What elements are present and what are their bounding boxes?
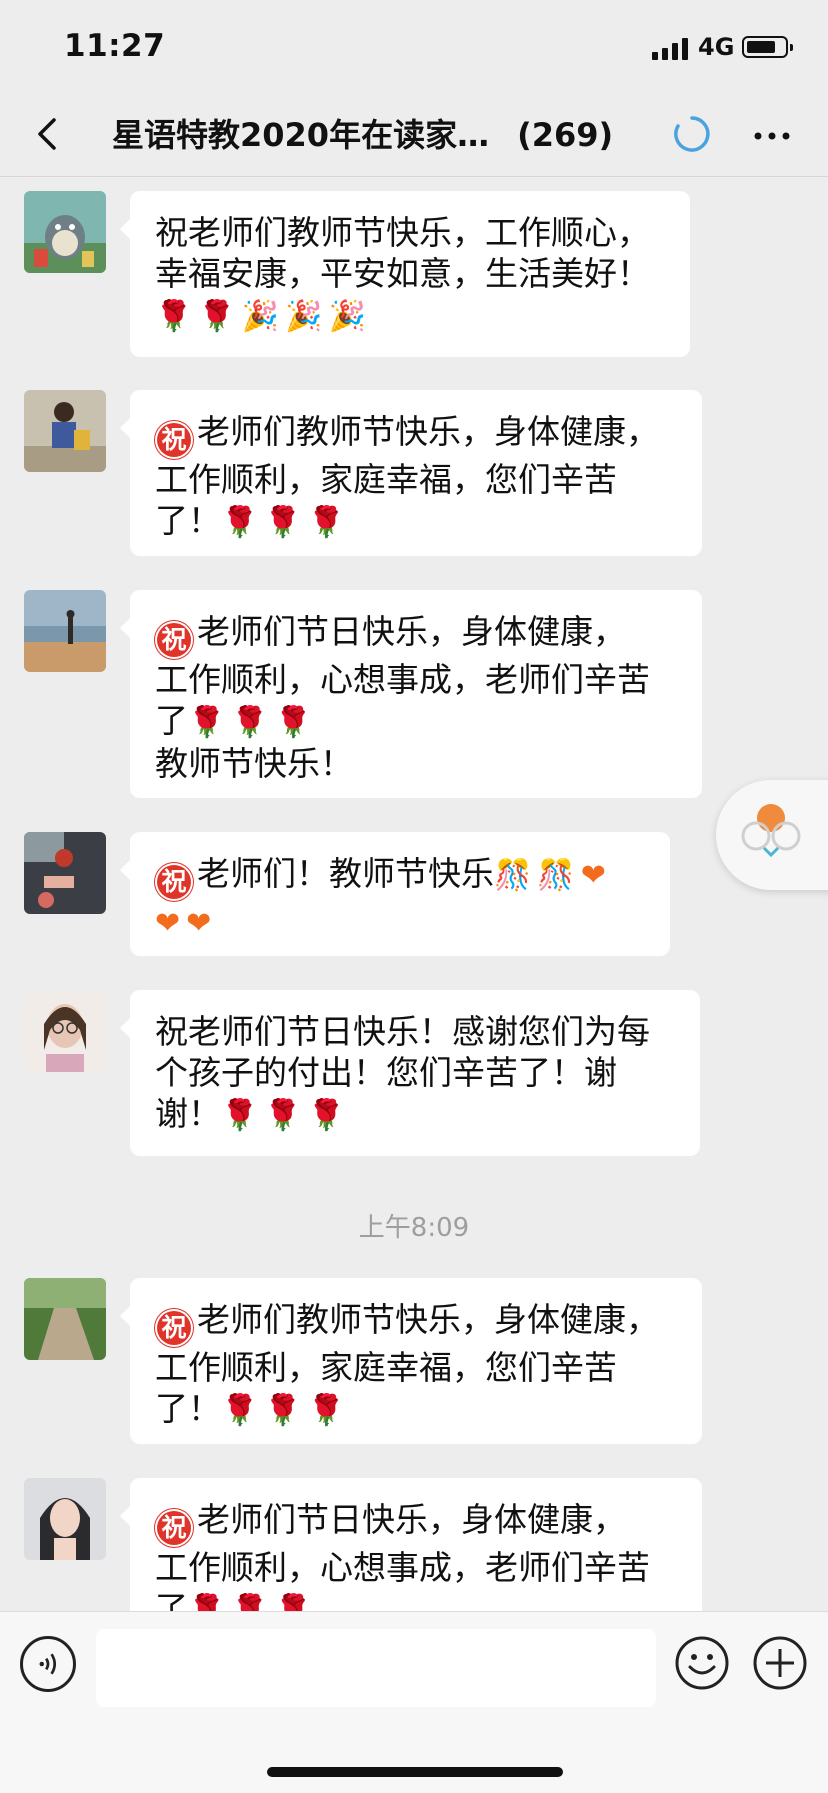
chat-title: 星语特教2020年在读家… (269) [112,110,613,156]
floating-link-icon [741,804,801,858]
path-photo-avatar[interactable] [24,1278,106,1360]
rose-emoji-icon: 🌹 [307,1098,346,1133]
rose-emoji-icon: 🌹 [264,505,302,540]
more-options-icon[interactable] [750,118,794,154]
message-text-line: 祝老师们教师节快乐，工作顺心， [155,213,650,252]
signal-icon [652,36,688,60]
add-attachment-icon[interactable] [752,1635,808,1691]
party-popper-emoji-icon: 🎉 [241,299,280,334]
confetti-ball-emoji-icon: 🎊 [494,858,532,893]
voice-input-icon[interactable] [20,1636,76,1692]
zhu-badge-icon: 祝 [155,421,193,459]
emoji-line: 🌹 🌹 🎉 🎉 🎉 [155,294,666,337]
message-text-line: 了 [155,701,188,740]
message-bubble[interactable]: 祝老师们教师节快乐，工作顺心， 幸福安康，平安如意，生活美好！ 🌹 🌹 🎉 🎉 🎉 [120,191,690,357]
chat-header: 星语特教2020年在读家… (269) [0,96,828,177]
message-text-line: 老师们节日快乐，身体健康， [197,612,626,651]
message-input[interactable] [96,1629,656,1707]
message-bubble[interactable]: 祝老师们节日快乐，身体健康， 工作顺利，心想事成，老师们辛苦 了🌹 🌹 🌹 教师节快… [120,590,702,798]
message-text-line: 老师们教师节快乐，身体健康， [197,1300,659,1339]
network-type: 4G [698,33,735,61]
rose-emoji-icon: 🌹 [188,705,226,740]
back-arrow-icon[interactable] [28,112,72,156]
zhu-badge-icon: 祝 [155,621,193,659]
zhu-badge-icon: 祝 [155,863,193,901]
zhu-badge-icon: 祝 [155,1509,193,1547]
status-bar: 11:27 4G [0,0,828,96]
zhu-badge-icon: 祝 [155,1309,193,1347]
totoro-avatar[interactable] [24,191,106,273]
emoji-icon[interactable] [674,1635,730,1691]
rose-emoji-icon: 🌹 [155,299,193,334]
message-bubble[interactable]: 祝老师们节日快乐，身体健康， 工作顺利，心想事成，老师们辛苦 了🌹 🌹 🌹 [120,1478,702,1611]
rose-emoji-icon: 🌹 [221,1393,259,1428]
party-popper-emoji-icon: 🎉 [285,299,323,334]
rose-emoji-icon: 🌹 [231,705,269,740]
rose-emoji-icon: 🌹 [264,1393,302,1428]
heart-emoji-icon: ❤ [580,858,606,893]
message-text-line: 个孩子的付出！您们辛苦了！谢 [155,1053,617,1092]
message-text-line: 工作顺利，心想事成，老师们辛苦 [155,660,650,699]
message-list[interactable]: 祝老师们教师节快乐，工作顺心， 幸福安康，平安如意，生活美好！ 🌹 🌹 🎉 🎉 🎉 祝老… [0,177,828,1611]
message-timestamp: 上午8:09 [358,1213,470,1243]
heart-emoji-icon: ❤ [155,906,181,941]
message-text-line: 教师节快乐！ [155,744,353,783]
rose-emoji-icon: 🌹 [231,1593,269,1611]
rose-emoji-icon: 🌹 [198,299,236,334]
group-name: 星语特教2020年在读家… [112,116,490,154]
loading-spinner-icon [674,116,710,152]
rose-emoji-icon: 🌹 [264,1098,302,1133]
woman-portrait-avatar[interactable] [24,1478,106,1560]
message-bubble[interactable]: 祝老师们节日快乐！感谢您们为每 个孩子的付出！您们辛苦了！谢 谢！🌹 🌹 🌹 [120,990,700,1156]
message-text-line: 了！ [155,1389,221,1428]
rose-emoji-icon: 🌹 [188,1593,226,1611]
rose-emoji-icon: 🌹 [274,1593,313,1611]
message-text-line: 工作顺利，家庭幸福，您们辛苦 [155,460,617,499]
rose-emoji-icon: 🌹 [221,1098,259,1133]
message-text-line: 老师们节日快乐，身体健康， [197,1500,626,1539]
rose-emoji-icon: 🌹 [274,705,313,740]
confetti-ball-emoji-icon: 🎊 [537,858,575,893]
floating-assistant-button[interactable] [716,780,828,890]
message-text-line: 老师们！教师节快乐 [197,854,494,893]
home-indicator [267,1767,563,1777]
message-text-line: 祝老师们节日快乐！感谢您们为每 [155,1012,650,1051]
message-text-line: 谢！ [155,1094,221,1133]
beach-photo-avatar[interactable] [24,590,106,672]
member-count: (269) [517,116,614,154]
message-text-line: 幸福安康，平安如意，生活美好！ [155,254,650,293]
rose-emoji-icon: 🌹 [221,505,259,540]
rose-emoji-icon: 🌹 [307,505,346,540]
message-bubble[interactable]: 祝老师们教师节快乐，身体健康， 工作顺利，家庭幸福，您们辛苦 了！🌹 🌹 🌹 [120,390,702,556]
rose-emoji-icon: 🌹 [307,1393,346,1428]
message-bubble[interactable]: 祝老师们！教师节快乐🎊 🎊 ❤ ❤ ❤ [120,832,670,956]
message-text-line: 了！ [155,501,221,540]
party-popper-emoji-icon: 🎉 [328,299,366,334]
woman-glasses-avatar[interactable] [24,990,106,1072]
hands-photo-avatar[interactable] [24,832,106,914]
message-text-line: 工作顺利，家庭幸福，您们辛苦 [155,1348,617,1387]
message-text-line: 老师们教师节快乐，身体健康， [197,412,659,451]
message-bubble[interactable]: 祝老师们教师节快乐，身体健康， 工作顺利，家庭幸福，您们辛苦 了！🌹 🌹 🌹 [120,1278,702,1444]
message-text-line: 工作顺利，心想事成，老师们辛苦 [155,1548,650,1587]
heart-emoji-icon: ❤ [186,906,212,941]
status-time: 11:27 [64,28,166,64]
battery-icon [742,36,793,58]
input-bar [0,1611,828,1793]
message-text-line: 了 [155,1589,188,1611]
child-photo-avatar[interactable] [24,390,106,472]
